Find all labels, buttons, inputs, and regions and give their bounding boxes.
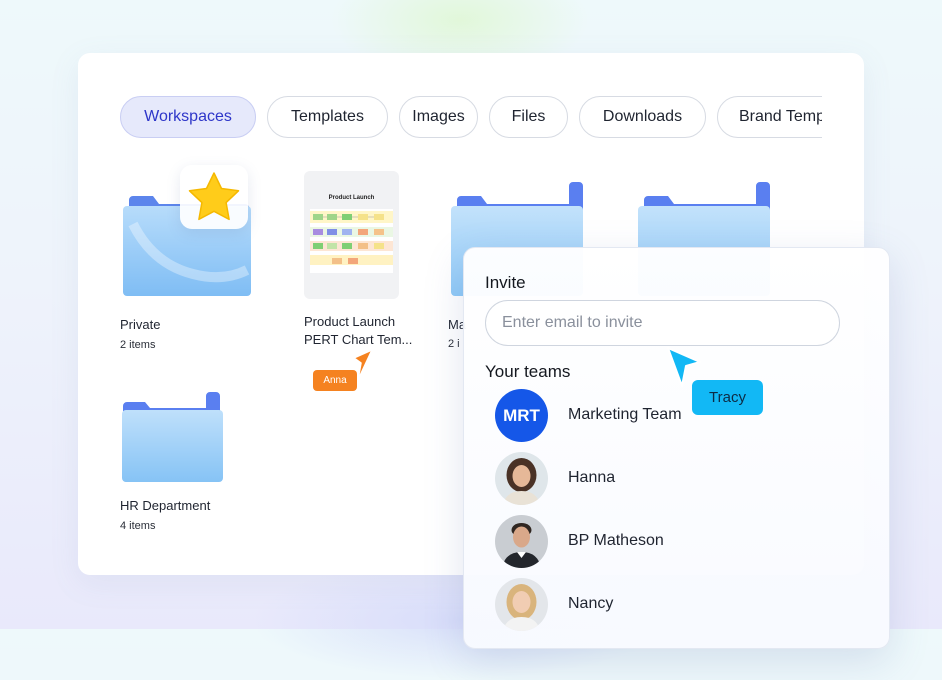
template-name-line2[interactable]: PERT Chart Tem... bbox=[304, 332, 412, 347]
team-name: Hanna bbox=[568, 469, 616, 486]
team-row-bp-matheson[interactable]: BP Matheson bbox=[495, 515, 875, 569]
pert-chart-preview bbox=[310, 209, 393, 273]
favorite-badge[interactable] bbox=[180, 165, 248, 229]
category-tabs: Workspaces Templates Images Files Downlo… bbox=[120, 96, 822, 140]
folder-name[interactable]: HR Department bbox=[120, 498, 210, 513]
tab-templates[interactable]: Templates bbox=[267, 96, 388, 138]
star-icon bbox=[188, 172, 240, 221]
template-thumbnail[interactable]: Product Launch bbox=[304, 171, 399, 299]
folder-name[interactable]: Private bbox=[120, 317, 160, 332]
team-row-hanna[interactable]: Hanna bbox=[495, 452, 875, 506]
invite-email-input[interactable] bbox=[485, 300, 840, 346]
tab-downloads[interactable]: Downloads bbox=[579, 96, 706, 138]
folder-icon[interactable] bbox=[122, 392, 223, 482]
team-row-marketing[interactable]: MRT Marketing Team bbox=[495, 389, 875, 443]
collaborator-tag-anna: Anna bbox=[313, 370, 357, 391]
your-teams-title: Your teams bbox=[485, 362, 571, 381]
avatar bbox=[495, 515, 548, 568]
tab-images[interactable]: Images bbox=[399, 96, 478, 138]
item-count: 4 items bbox=[120, 520, 156, 532]
item-count: 2 items bbox=[120, 339, 156, 351]
tab-files[interactable]: Files bbox=[489, 96, 568, 138]
team-name: Nancy bbox=[568, 595, 614, 612]
item-count-partial: 2 i bbox=[448, 338, 460, 350]
team-row-nancy[interactable]: Nancy bbox=[495, 578, 875, 632]
tab-brand-templates[interactable]: Brand Templates bbox=[717, 96, 822, 138]
collaborator-tag-tracy: Tracy bbox=[692, 380, 763, 415]
avatar bbox=[495, 578, 548, 631]
team-name: BP Matheson bbox=[568, 532, 664, 549]
tab-workspaces[interactable]: Workspaces bbox=[120, 96, 256, 138]
avatar bbox=[495, 452, 548, 505]
avatar: MRT bbox=[495, 389, 548, 442]
invite-title: Invite bbox=[485, 273, 526, 292]
template-name-line1[interactable]: Product Launch bbox=[304, 314, 395, 329]
team-name: Marketing Team bbox=[568, 406, 682, 423]
